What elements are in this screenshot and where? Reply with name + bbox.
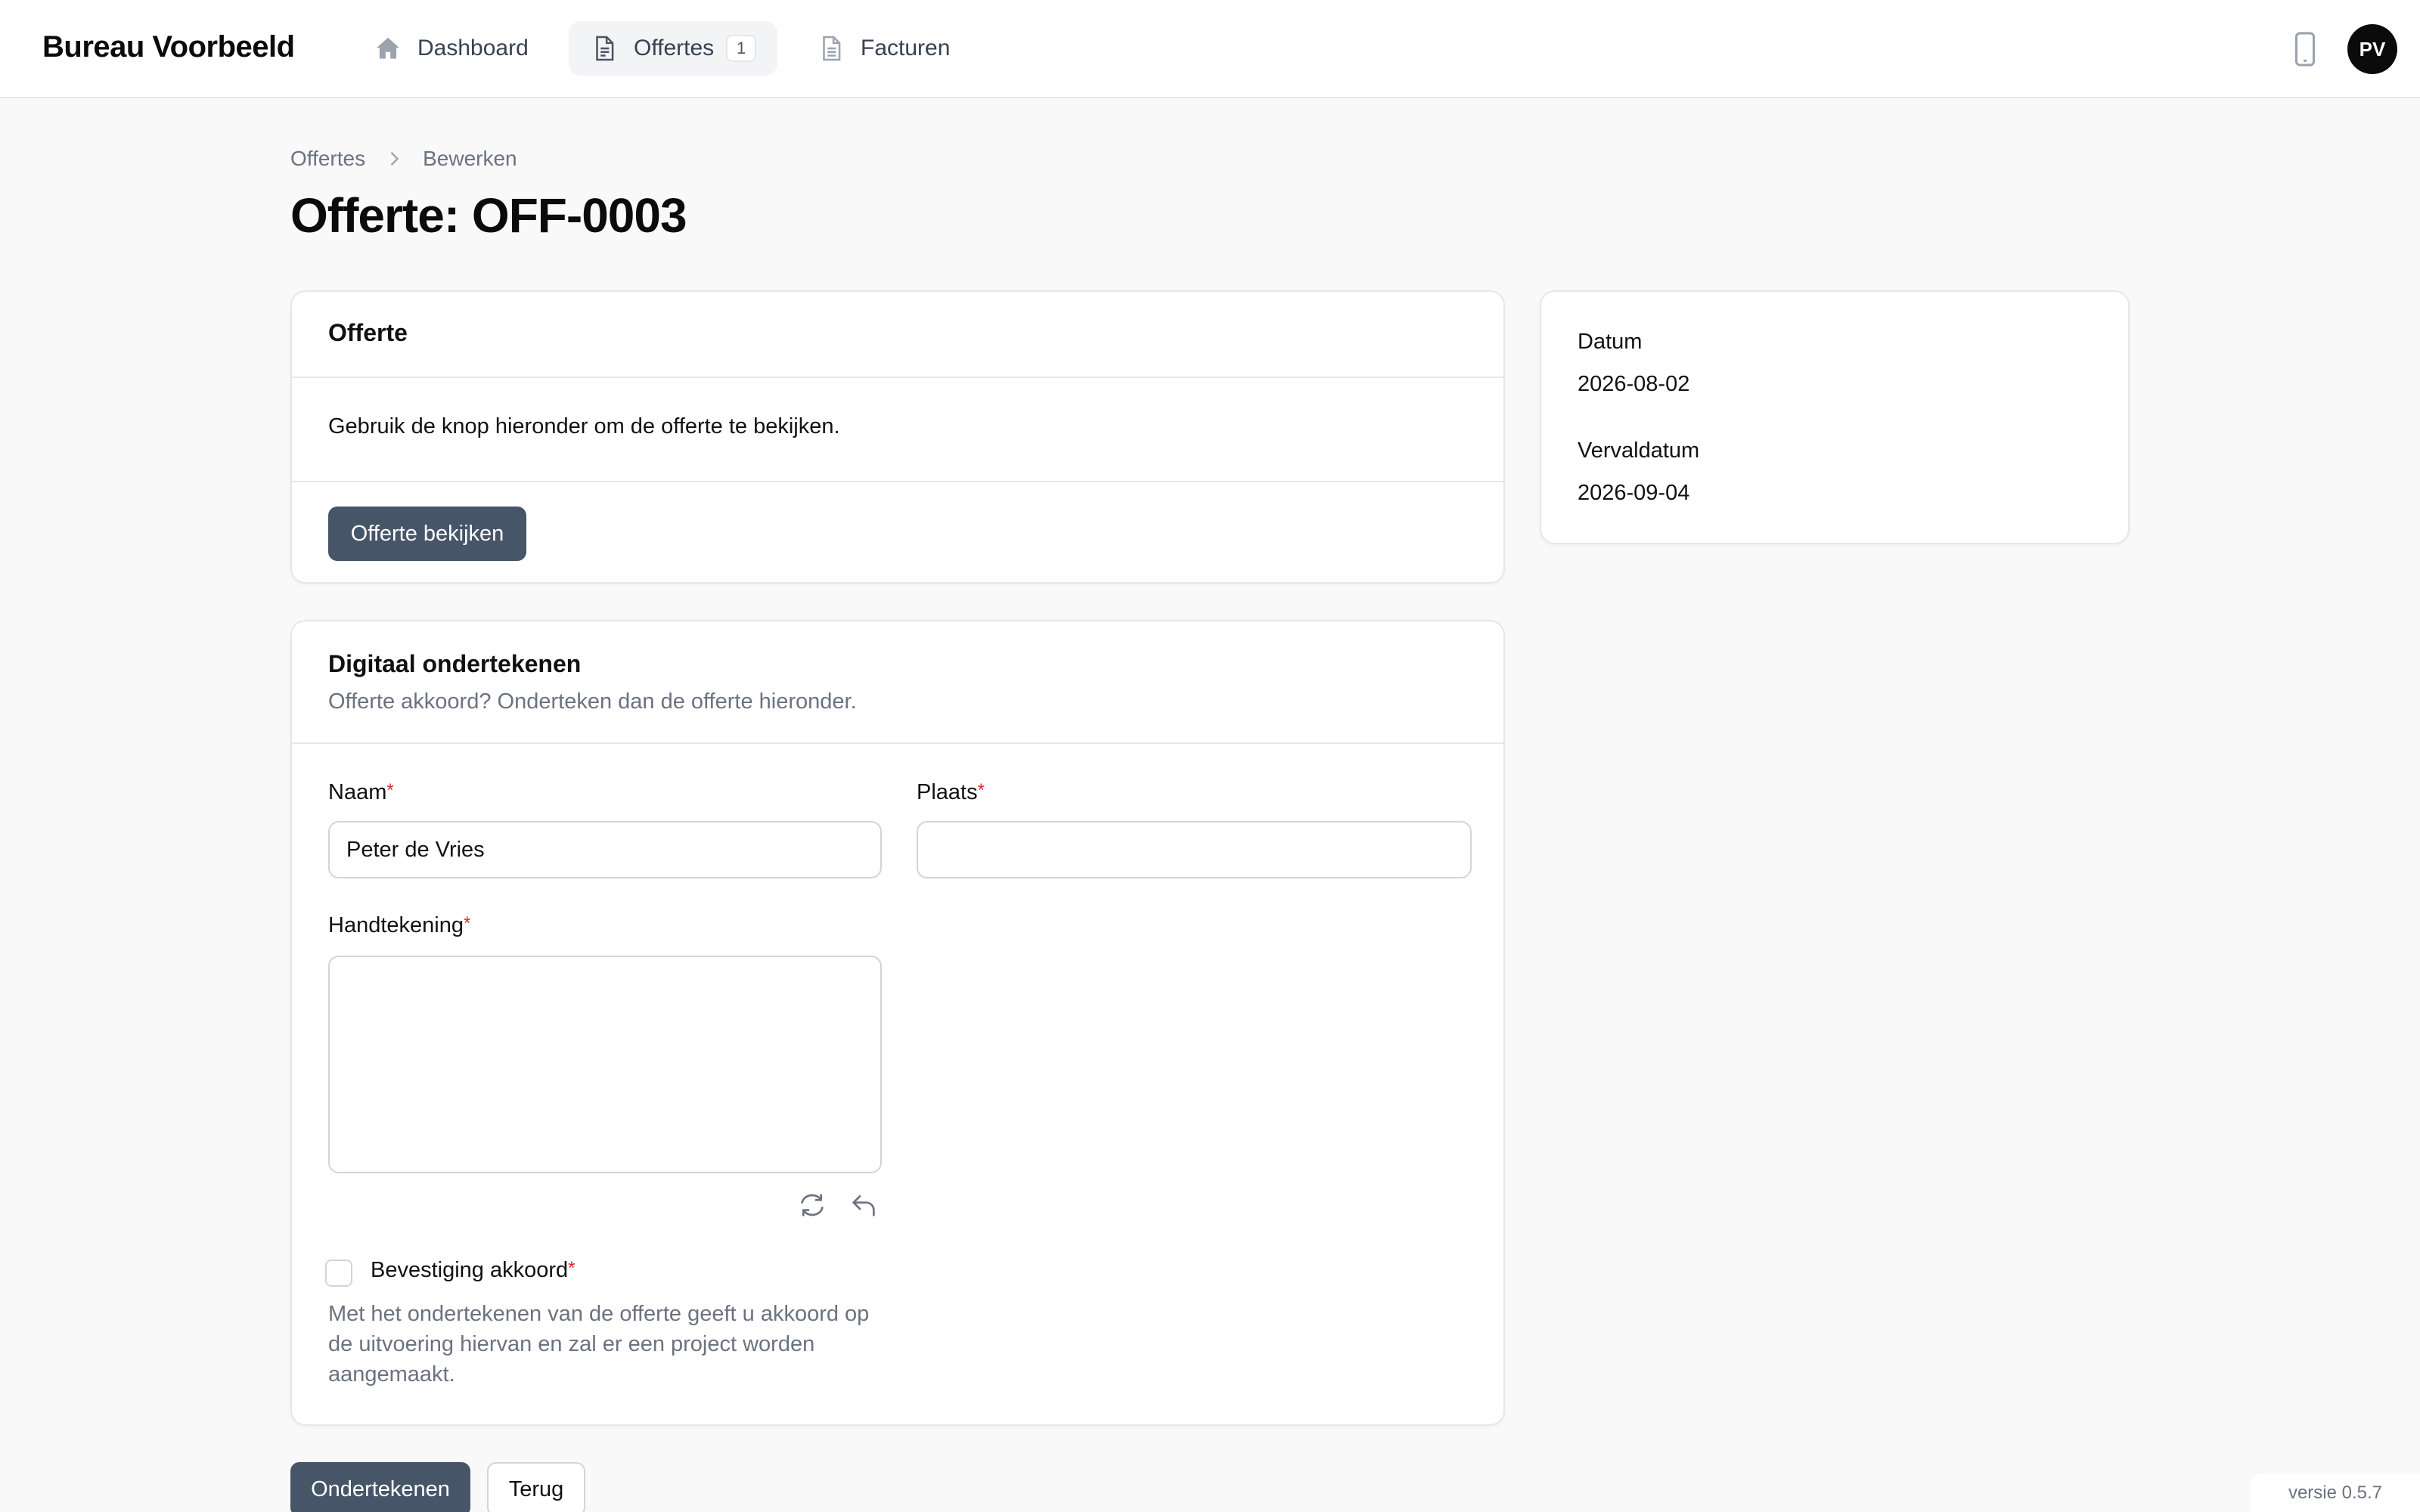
breadcrumb-bewerken[interactable]: Bewerken bbox=[423, 147, 517, 171]
signature-label: Handtekening* bbox=[328, 913, 470, 938]
refresh-icon[interactable] bbox=[797, 1190, 827, 1220]
nav-offertes-label: Offertes bbox=[634, 36, 715, 60]
view-offerte-button[interactable]: Offerte bekijken bbox=[328, 507, 526, 561]
confirm-checkbox[interactable] bbox=[325, 1259, 352, 1287]
required-marker: * bbox=[463, 913, 471, 934]
divider bbox=[292, 481, 1503, 482]
offerte-card-description: Gebruik de knop hieronder om de offerte … bbox=[328, 414, 840, 438]
place-label-text: Plaats bbox=[917, 780, 978, 804]
sign-card-title: Digitaal ondertekenen bbox=[328, 650, 582, 677]
file-icon bbox=[823, 36, 841, 61]
place-label: Plaats* bbox=[917, 780, 985, 805]
signature-label-text: Handtekening bbox=[328, 913, 464, 937]
confirm-help-text: Met het ondertekenen van de offerte geef… bbox=[328, 1302, 870, 1387]
brand-name[interactable]: Bureau Voorbeeld bbox=[42, 30, 295, 64]
breadcrumb: Offertes Bewerken bbox=[290, 147, 517, 171]
required-marker: * bbox=[977, 780, 985, 801]
place-field[interactable] bbox=[917, 821, 1472, 878]
sign-card-subtitle: Offerte akkoord? Onderteken dan de offer… bbox=[328, 689, 857, 714]
signature-pad[interactable] bbox=[328, 956, 882, 1173]
date-value: 2026-08-02 bbox=[1578, 372, 1690, 396]
home-icon bbox=[376, 37, 400, 59]
name-label: Naam* bbox=[328, 780, 394, 805]
user-avatar[interactable]: PV bbox=[2347, 24, 2397, 74]
top-navigation: Bureau Voorbeeld Dashboard Offertes 1 Fa… bbox=[0, 0, 2420, 98]
nav-facturen[interactable]: Facturen bbox=[796, 21, 971, 76]
offerte-card-title: Offerte bbox=[328, 319, 408, 346]
offertes-count-badge: 1 bbox=[726, 35, 757, 62]
nav-dashboard[interactable]: Dashboard bbox=[352, 21, 550, 76]
sign-button[interactable]: Ondertekenen bbox=[290, 1462, 470, 1512]
nav-facturen-label: Facturen bbox=[861, 36, 951, 60]
divider bbox=[292, 742, 1503, 744]
page-title: Offerte: OFF-0003 bbox=[290, 188, 687, 243]
required-marker: * bbox=[568, 1258, 576, 1278]
breadcrumb-offertes[interactable]: Offertes bbox=[290, 147, 365, 171]
due-date-label: Vervaldatum bbox=[1578, 438, 1700, 463]
document-icon bbox=[596, 36, 614, 61]
name-field[interactable] bbox=[328, 821, 882, 878]
divider bbox=[292, 376, 1503, 378]
nav-dashboard-label: Dashboard bbox=[417, 36, 529, 60]
version-label: versie 0.5.7 bbox=[2251, 1474, 2420, 1512]
due-date-value: 2026-09-04 bbox=[1578, 481, 1690, 505]
confirm-label-text[interactable]: Bevestiging akkoord bbox=[371, 1258, 568, 1282]
mobile-icon[interactable] bbox=[2291, 32, 2319, 67]
date-label: Datum bbox=[1578, 330, 1643, 354]
required-marker: * bbox=[386, 780, 394, 801]
nav-offertes[interactable]: Offertes 1 bbox=[569, 21, 778, 76]
confirm-label: Bevestiging akkoord* bbox=[371, 1258, 576, 1283]
back-button[interactable]: Terug bbox=[487, 1462, 585, 1512]
offerte-meta-card: Datum 2026-08-02 Vervaldatum 2026-09-04 bbox=[1540, 290, 2130, 544]
digital-sign-card: Digitaal ondertekenen Offerte akkoord? O… bbox=[290, 620, 1505, 1426]
offerte-card: Offerte Gebruik de knop hieronder om de … bbox=[290, 290, 1505, 584]
undo-icon[interactable] bbox=[849, 1190, 879, 1220]
name-label-text: Naam bbox=[328, 780, 387, 804]
chevron-right-icon bbox=[390, 152, 399, 166]
